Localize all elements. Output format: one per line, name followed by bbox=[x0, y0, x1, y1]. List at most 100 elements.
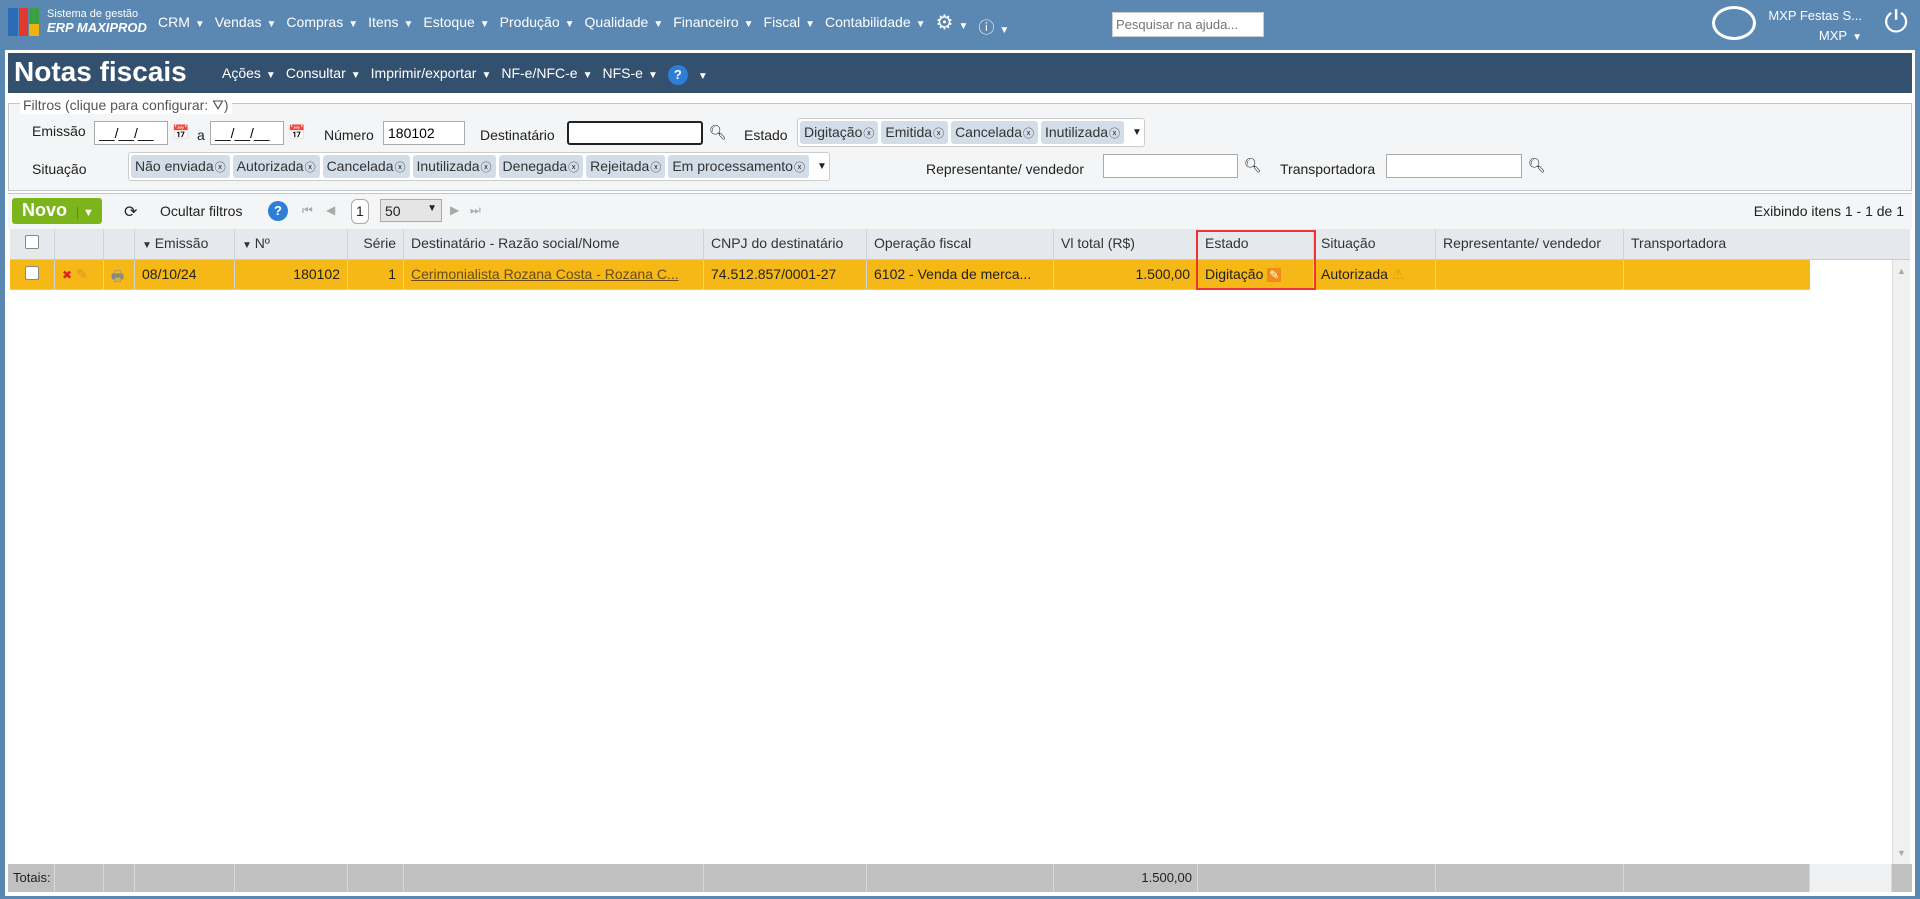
header-situacao[interactable]: Situação bbox=[1314, 229, 1436, 259]
remove-tag-icon[interactable]: ⓧ bbox=[395, 162, 406, 174]
remove-tag-icon[interactable]: ⓧ bbox=[863, 128, 874, 140]
header-cnpj[interactable]: CNPJ do destinatário bbox=[704, 229, 867, 259]
search-icon[interactable]: 🔍︎ bbox=[1244, 157, 1262, 174]
estado-tag[interactable]: Digitaçãoⓧ bbox=[800, 121, 879, 144]
power-icon[interactable]: ⏻ bbox=[1884, 6, 1908, 40]
estado-label: Estado bbox=[744, 127, 788, 143]
cell-operacao: 6102 - Venda de merca... bbox=[867, 260, 1054, 289]
novo-button[interactable]: Novo ▼ bbox=[12, 198, 102, 224]
cell-total: 1.500,00 bbox=[1054, 260, 1198, 289]
table-row[interactable]: ✖ ✎ 🖶 08/10/24 180102 1 Cerimonialista R… bbox=[10, 260, 1810, 290]
erp-logo[interactable] bbox=[8, 8, 40, 36]
emissao-from-input[interactable] bbox=[94, 121, 168, 145]
vertical-scrollbar[interactable]: ▲ ▼ bbox=[1892, 260, 1910, 864]
page-help-menu[interactable]: ? ▼ bbox=[667, 65, 708, 85]
warning-icon[interactable]: ⚠ bbox=[1392, 266, 1405, 282]
remove-tag-icon[interactable]: ⓧ bbox=[481, 162, 492, 174]
select-all-checkbox[interactable] bbox=[10, 229, 55, 259]
situacao-multiselect[interactable]: Não enviadaⓧ Autorizadaⓧ Canceladaⓧ Inut… bbox=[128, 152, 830, 181]
refresh-icon[interactable]: ⟳ bbox=[124, 202, 137, 222]
filters-legend[interactable]: Filtros (clique para configurar: ⛛) bbox=[20, 97, 232, 114]
menu-imprimir-exportar[interactable]: Imprimir/exportar ▼ bbox=[371, 65, 492, 85]
menu-itens[interactable]: Itens ▼ bbox=[368, 14, 413, 38]
menu-acoes[interactable]: Ações ▼ bbox=[222, 65, 276, 85]
gear-icon[interactable]: ⚙ ▼ bbox=[936, 10, 969, 38]
menu-qualidade[interactable]: Qualidade ▼ bbox=[585, 14, 664, 38]
ocultar-filtros-button[interactable]: Ocultar filtros bbox=[160, 203, 242, 219]
search-icon[interactable]: 🔍︎ bbox=[709, 124, 727, 141]
remove-tag-icon[interactable]: ⓧ bbox=[650, 162, 661, 174]
numero-input[interactable] bbox=[383, 121, 465, 145]
header-emissao[interactable]: ▼ Emissão bbox=[135, 229, 235, 259]
user-name: MXP bbox=[1818, 28, 1848, 43]
header-label: Nº bbox=[254, 235, 270, 251]
situacao-tag[interactable]: Autorizadaⓧ bbox=[232, 155, 320, 178]
novo-dropdown-icon[interactable]: ▼ bbox=[77, 207, 94, 219]
header-numero[interactable]: ▼ Nº bbox=[235, 229, 348, 259]
representante-input[interactable] bbox=[1103, 154, 1238, 178]
menu-nfe-nfce[interactable]: NF-e/NFC-e ▼ bbox=[501, 65, 592, 85]
remove-tag-icon[interactable]: ⓧ bbox=[794, 162, 805, 174]
header-transportadora[interactable]: Transportadora bbox=[1624, 229, 1892, 259]
delete-icon[interactable]: ✖ bbox=[62, 268, 72, 282]
page-number-input[interactable]: 1 bbox=[351, 199, 369, 224]
page-size-select[interactable]: 50 ▼ bbox=[380, 199, 442, 222]
menu-nfse[interactable]: NFS-e ▼ bbox=[603, 65, 658, 85]
first-page-icon[interactable]: ⏮ bbox=[302, 203, 313, 218]
filter-funnel-icon[interactable]: ⛛ bbox=[212, 97, 224, 113]
header-serie[interactable]: Série bbox=[348, 229, 404, 259]
menu-fiscal[interactable]: Fiscal ▼ bbox=[764, 14, 815, 38]
menu-producao[interactable]: Produção ▼ bbox=[500, 14, 575, 38]
remove-tag-icon[interactable]: ⓧ bbox=[215, 162, 226, 174]
situacao-tag[interactable]: Não enviadaⓧ bbox=[131, 155, 230, 178]
destinatario-link[interactable]: Cerimonialista Rozana Costa - Rozana C..… bbox=[404, 260, 704, 289]
menu-consultar[interactable]: Consultar ▼ bbox=[286, 65, 361, 85]
remove-tag-icon[interactable]: ⓧ bbox=[568, 162, 579, 174]
menu-compras[interactable]: Compras ▼ bbox=[286, 14, 358, 38]
calendar-icon[interactable]: 📅 bbox=[288, 124, 305, 141]
header-representante[interactable]: Representante/ vendedor bbox=[1436, 229, 1624, 259]
tag-label: Digitação bbox=[804, 124, 863, 140]
menu-crm[interactable]: CRM ▼ bbox=[158, 14, 205, 38]
calendar-icon[interactable]: 📅 bbox=[172, 124, 189, 141]
chat-bubble-icon[interactable] bbox=[1712, 6, 1756, 40]
menu-contabilidade[interactable]: Contabilidade ▼ bbox=[825, 14, 926, 38]
last-page-icon[interactable]: ⏭ bbox=[470, 203, 481, 218]
emissao-to-input[interactable] bbox=[210, 121, 284, 145]
prev-page-icon[interactable]: ◀ bbox=[326, 203, 335, 217]
dropdown-arrow-icon[interactable]: ▼ bbox=[1132, 127, 1142, 138]
situacao-tag[interactable]: Em processamentoⓧ bbox=[668, 155, 809, 178]
remove-tag-icon[interactable]: ⓧ bbox=[933, 128, 944, 140]
header-operacao[interactable]: Operação fiscal bbox=[867, 229, 1054, 259]
menu-vendas[interactable]: Vendas ▼ bbox=[215, 14, 277, 38]
print-icon[interactable]: 🖶 bbox=[104, 260, 135, 289]
help-search-input[interactable] bbox=[1112, 12, 1264, 37]
estado-tag[interactable]: Inutilizadaⓧ bbox=[1041, 121, 1125, 144]
estado-tag[interactable]: Canceladaⓧ bbox=[951, 121, 1038, 144]
estado-tag[interactable]: Emitidaⓧ bbox=[881, 121, 949, 144]
situacao-tag[interactable]: Inutilizadaⓧ bbox=[412, 155, 496, 178]
help-circle-icon[interactable]: ⓘ ▼ bbox=[978, 14, 1009, 38]
header-total[interactable]: Vl total (R$) bbox=[1054, 229, 1198, 259]
user-menu[interactable]: MXP Festas S... MXP ▼ bbox=[1768, 6, 1862, 48]
menu-financeiro[interactable]: Financeiro ▼ bbox=[673, 14, 753, 38]
remove-tag-icon[interactable]: ⓧ bbox=[1109, 128, 1120, 140]
destinatario-input[interactable] bbox=[567, 121, 703, 145]
header-destinatario[interactable]: Destinatário - Razão social/Nome bbox=[404, 229, 704, 259]
remove-tag-icon[interactable]: ⓧ bbox=[1023, 128, 1034, 140]
estado-multiselect[interactable]: Digitaçãoⓧ Emitidaⓧ Canceladaⓧ Inutiliza… bbox=[797, 118, 1145, 147]
row-checkbox[interactable] bbox=[10, 260, 55, 289]
transportadora-input[interactable] bbox=[1386, 154, 1522, 178]
situacao-tag[interactable]: Canceladaⓧ bbox=[322, 155, 410, 178]
destinatario-label: Destinatário bbox=[480, 127, 555, 143]
remove-tag-icon[interactable]: ⓧ bbox=[305, 162, 316, 174]
edit-pencil-icon[interactable]: ✎ bbox=[76, 266, 88, 282]
tag-label: Denegada bbox=[502, 158, 568, 174]
situacao-tag[interactable]: Denegadaⓧ bbox=[498, 155, 584, 178]
next-page-icon[interactable]: ▶ bbox=[450, 203, 459, 217]
dropdown-arrow-icon[interactable]: ▼ bbox=[817, 161, 827, 172]
menu-estoque[interactable]: Estoque ▼ bbox=[423, 14, 489, 38]
situacao-tag[interactable]: Rejeitadaⓧ bbox=[586, 155, 666, 178]
help-icon[interactable]: ? bbox=[268, 201, 288, 221]
search-icon[interactable]: 🔍︎ bbox=[1528, 157, 1546, 174]
